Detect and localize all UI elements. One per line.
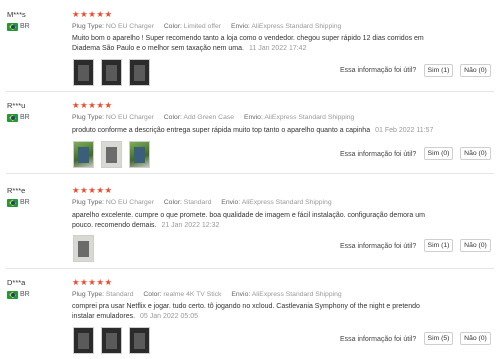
review-photos <box>73 327 150 354</box>
review-photo[interactable] <box>129 141 150 168</box>
review-photo[interactable] <box>101 141 122 168</box>
color-label: Color: <box>163 114 182 121</box>
envio-value: AliExpress Standard Shipping <box>241 199 332 206</box>
star-rating: ★★★★★ <box>72 185 113 195</box>
helpful-no-button[interactable]: Não (0) <box>460 147 491 160</box>
review-item: D***a BR ★★★★★ Plug Type: Standard Color… <box>0 278 500 359</box>
review-text: Muito bom o aparelho ! Super recomendo t… <box>72 34 424 54</box>
star-rating: ★★★★★ <box>72 9 113 19</box>
color-value: Limited offer <box>183 23 222 30</box>
review-date: 05 Jan 2022 05:05 <box>140 313 199 320</box>
review-photos <box>73 141 150 168</box>
star-rating: ★★★★★ <box>72 100 113 110</box>
plug-type-label: Plug Type: <box>72 23 104 30</box>
envio-label: Envio: <box>230 23 250 30</box>
brazil-flag-icon <box>7 114 18 122</box>
review-photo[interactable] <box>73 235 94 262</box>
plug-type-value: NO EU Charger <box>105 114 154 121</box>
useful-question: Essa informação foi útil? <box>340 67 417 74</box>
review-item: M***s BR ★★★★★ Plug Type: NO EU Charger … <box>0 10 500 100</box>
brazil-flag-icon <box>7 199 18 207</box>
review-photo[interactable] <box>129 59 150 86</box>
envio-value: AliExpress Standard Shipping <box>251 291 342 298</box>
review-attributes: Plug Type: NO EU Charger Color: Standard… <box>72 199 332 206</box>
review-text-line: produto conforme a descrição entrega sup… <box>72 127 371 134</box>
helpful-yes-button[interactable]: Sim (1) <box>424 64 453 77</box>
reviewer-country: BR <box>20 291 30 298</box>
reviewer-country: BR <box>20 199 30 206</box>
review-text-line: Muito bom o aparelho ! Super recomendo t… <box>72 35 424 42</box>
review-photo[interactable] <box>101 59 122 86</box>
helpful-no-button[interactable]: Não (0) <box>460 239 491 252</box>
useful-question: Essa informação foi útil? <box>340 151 417 158</box>
color-label: Color: <box>143 291 162 298</box>
plug-type-value: NO EU Charger <box>105 199 154 206</box>
review-attributes: Plug Type: NO EU Charger Color: Add Gree… <box>72 114 354 121</box>
review-photos <box>73 59 150 86</box>
helpful-yes-button[interactable]: Sim (0) <box>424 147 453 160</box>
star-rating: ★★★★★ <box>72 277 113 287</box>
review-text: comprei pra usar Netflix e jogar. tudo c… <box>72 302 420 322</box>
review-photo[interactable] <box>101 327 122 354</box>
review-divider <box>6 173 494 174</box>
useful-question: Essa informação foi útil? <box>340 336 417 343</box>
brazil-flag-icon <box>7 291 18 299</box>
envio-value: AliExpress Standard Shipping <box>264 114 355 121</box>
review-photo[interactable] <box>129 327 150 354</box>
review-attributes: Plug Type: Standard Color: realme 4K TV … <box>72 291 342 298</box>
helpful-yes-button[interactable]: Sim (5) <box>424 332 453 345</box>
review-item: R***e BR ★★★★★ Plug Type: NO EU Charger … <box>0 186 500 266</box>
reviewer-name: D***a <box>7 278 26 287</box>
review-text-line: comprei pra usar Netflix e jogar. tudo c… <box>72 303 420 310</box>
envio-label: Envio: <box>221 199 241 206</box>
envio-value: AliExpress Standard Shipping <box>251 23 342 30</box>
helpful-yes-button[interactable]: Sim (1) <box>424 239 453 252</box>
review-date: 11 Jan 2022 17:42 <box>248 45 307 52</box>
envio-label: Envio: <box>231 291 251 298</box>
review-photo[interactable] <box>73 59 94 86</box>
review-text-line: instalar emuladores. <box>72 313 136 320</box>
reviewer-name: R***e <box>7 186 26 195</box>
helpful-no-button[interactable]: Não (0) <box>460 332 491 345</box>
reviewer-country: BR <box>20 23 30 30</box>
review-text: produto conforme a descrição entrega sup… <box>72 126 433 136</box>
review-photo[interactable] <box>73 141 94 168</box>
envio-label: Envio: <box>243 114 263 121</box>
reviewer-country: BR <box>20 114 30 121</box>
helpful-no-button[interactable]: Não (0) <box>460 64 491 77</box>
review-divider <box>6 91 494 92</box>
color-label: Color: <box>163 199 182 206</box>
review-text-line: aparelho excelente. cumpre o que promete… <box>72 212 425 219</box>
reviewer-name: M***s <box>7 10 26 19</box>
plug-type-label: Plug Type: <box>72 291 104 298</box>
color-value: Standard <box>183 199 212 206</box>
color-label: Color: <box>163 23 182 30</box>
review-text-line: pouco. recomendo demais. <box>72 222 157 229</box>
review-photo[interactable] <box>73 327 94 354</box>
plug-type-label: Plug Type: <box>72 114 104 121</box>
plug-type-value: NO EU Charger <box>105 23 154 30</box>
review-photos <box>73 235 94 262</box>
useful-question: Essa informação foi útil? <box>340 243 417 250</box>
review-text: aparelho excelente. cumpre o que promete… <box>72 211 425 231</box>
reviewer-name: R***u <box>7 101 26 110</box>
review-text-line: Diadema São Paulo e o melhor sem taxação… <box>72 45 244 52</box>
review-date: 21 Jan 2022 12:32 <box>161 222 220 229</box>
color-value: Add Green Case <box>183 114 235 121</box>
brazil-flag-icon <box>7 23 18 31</box>
plug-type-value: Standard <box>105 291 134 298</box>
color-value: realme 4K TV Stick <box>163 291 222 298</box>
review-date: 01 Feb 2022 11:57 <box>375 127 434 134</box>
review-divider <box>6 268 494 269</box>
review-item: R***u BR ★★★★★ Plug Type: NO EU Charger … <box>0 101 500 181</box>
plug-type-label: Plug Type: <box>72 199 104 206</box>
review-attributes: Plug Type: NO EU Charger Color: Limited … <box>72 23 341 30</box>
